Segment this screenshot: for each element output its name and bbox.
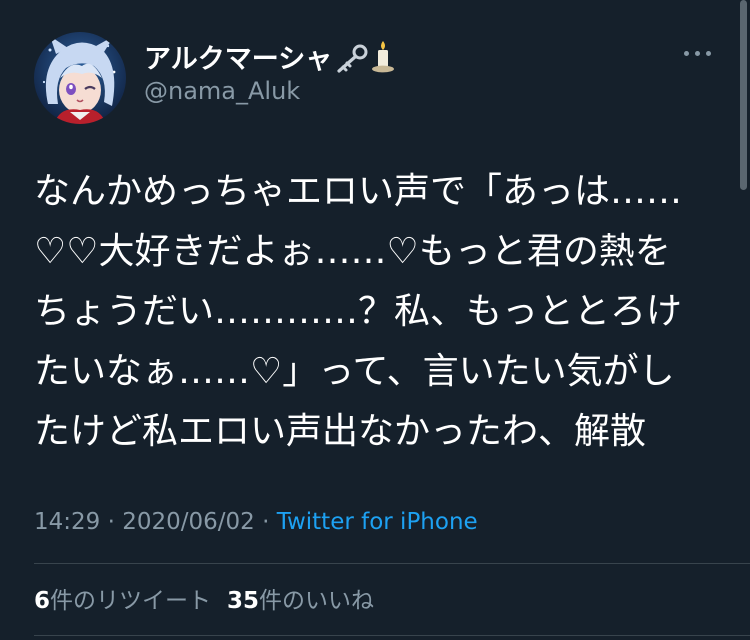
avatar-image bbox=[34, 32, 126, 124]
tweet-text-line: ちょうだい…………？私、もっととろけ bbox=[34, 291, 683, 332]
more-options-icon[interactable] bbox=[682, 42, 716, 64]
tweet-text: なんかめっちゃエロい声で「あっは…… ♡♡大好きだよぉ……♡もっと君の熱を ちょ… bbox=[34, 162, 724, 462]
retweets-count: 6 bbox=[34, 588, 51, 614]
scrollbar[interactable] bbox=[740, 0, 747, 190]
divider bbox=[34, 635, 750, 636]
tweet-meta: 14:29 · 2020/06/02 · Twitter for iPhone bbox=[34, 506, 478, 538]
tweet-text-line: たけど私エロい声出なかったわ、解散 bbox=[34, 411, 647, 452]
tweet-source-link[interactable]: Twitter for iPhone bbox=[277, 509, 478, 535]
likes-stat[interactable]: 35件のいいね bbox=[227, 588, 374, 614]
retweets-stat[interactable]: 6件のリツイート bbox=[34, 588, 211, 614]
tweet-timestamp[interactable]: 14:29 · 2020/06/02 · bbox=[34, 509, 277, 535]
tweet-detail: アルクマーシャ @nama_Aluk なんかめっちゃエロい声で「あっは…… ♡♡… bbox=[0, 0, 750, 640]
avatar[interactable] bbox=[34, 32, 126, 124]
display-name-text: アルクマーシャ bbox=[144, 44, 333, 75]
tweet-text-line: ♡♡大好きだよぉ……♡もっと君の熱を bbox=[34, 231, 671, 272]
user-handle[interactable]: @nama_Aluk bbox=[144, 76, 300, 106]
divider bbox=[34, 563, 750, 564]
candle-emoji-icon bbox=[370, 40, 396, 83]
key-emoji-icon bbox=[334, 44, 368, 83]
tweet-text-line: なんかめっちゃエロい声で「あっは…… bbox=[34, 171, 683, 212]
tweet-stats: 6件のリツイート 35件のいいね bbox=[34, 585, 374, 617]
tweet-text-line: たいなぁ……♡」って、言いたい気がし bbox=[34, 351, 675, 392]
likes-label: 件のいいね bbox=[259, 588, 375, 614]
retweets-label: 件のリツイート bbox=[50, 588, 212, 614]
likes-count: 35 bbox=[227, 588, 260, 614]
